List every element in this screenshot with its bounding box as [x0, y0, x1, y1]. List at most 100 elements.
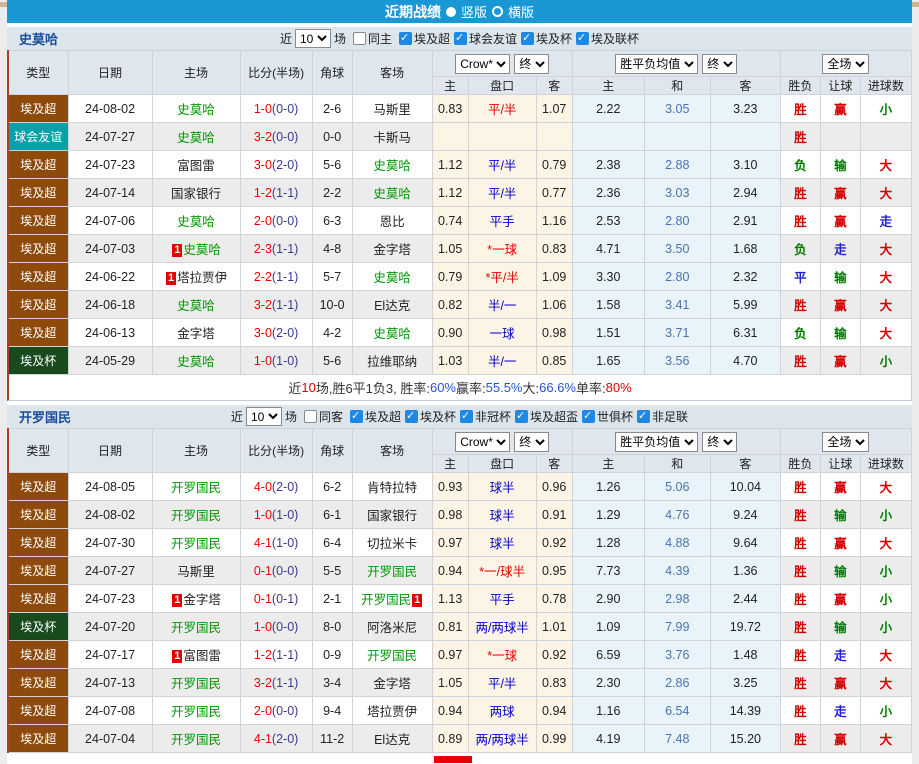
match-count-select[interactable]: 10	[245, 407, 282, 426]
cell-odds-home: 1.03	[431, 346, 469, 375]
cell-handicap: 平手	[467, 584, 537, 613]
cell-result: 负	[779, 150, 821, 179]
summary-text: 近	[288, 381, 302, 396]
avg-final-select[interactable]: 终	[702, 53, 738, 74]
cell-away-team: 卡斯马	[351, 122, 433, 151]
vertical-layout-radio[interactable]	[445, 6, 456, 17]
same-venue-filter[interactable]: 同主	[352, 30, 392, 47]
league-filter[interactable]: 埃及杯	[404, 408, 456, 425]
match-row: 埃及超 24-07-30 开罗国民 4-1(1-0) 6-4 切拉米卡 0.97 球半 0.92…	[7, 528, 913, 557]
cell-odds-away: 1.09	[535, 262, 573, 291]
league-checkbox[interactable]	[398, 31, 412, 45]
league-filter[interactable]: 世俱杯	[582, 408, 633, 425]
avg-final-select[interactable]: 终	[702, 431, 738, 452]
cell-cover: 输	[819, 150, 861, 179]
same-venue-checkbox[interactable]	[303, 410, 317, 423]
cell-home-team: 史莫哈	[151, 94, 241, 123]
odds-company-select[interactable]: Crow*	[455, 431, 511, 452]
cell-cover: 输	[819, 612, 861, 641]
league-label: 埃及超盃	[530, 410, 579, 424]
cell-avg-draw: 3.03	[643, 178, 711, 207]
avg-select[interactable]: 胜平负均值	[615, 431, 699, 452]
cell-avg-draw: 2.80	[643, 206, 711, 235]
odds-final-select[interactable]: 终	[514, 431, 550, 452]
cell-odds-home: 0.82	[431, 290, 469, 319]
cell-goals: 小	[859, 500, 913, 529]
matches-table: 类型 日期 主场 比分(半场) 角球 客场 Crow*终 胜平负均值终 全场	[7, 428, 913, 753]
match-row: 埃及超 24-06-18 史莫哈 3-2(1-1) 10-0 El达克 0.82 半/一 1.0…	[7, 290, 913, 319]
cell-result: 胜	[779, 500, 821, 529]
cell-avg-draw: 7.99	[643, 612, 711, 641]
league-filter[interactable]: 非足联	[637, 408, 688, 425]
cell-avg-win: 1.58	[571, 290, 645, 319]
cell-score: 3-2(1-1)	[239, 668, 313, 697]
league-filter[interactable]: 埃及联杯	[576, 30, 639, 47]
cell-away-team: 史莫哈	[351, 178, 433, 207]
cell-avg-lose: 1.48	[709, 640, 781, 669]
horizontal-layout-radio[interactable]	[492, 6, 503, 17]
same-venue-checkbox[interactable]	[352, 32, 366, 45]
cell-cover: 输	[819, 500, 861, 529]
cell-odds-away: 1.01	[535, 612, 573, 641]
cell-avg-draw: 3.05	[643, 94, 711, 123]
league-filter[interactable]: 埃及杯	[521, 30, 572, 47]
avg-select[interactable]: 胜平负均值	[615, 53, 699, 74]
cell-avg-win: 1.65	[571, 346, 645, 375]
cell-home-team: 1 塔拉贾伊	[151, 262, 241, 291]
odds-company-select[interactable]: Crow*	[455, 53, 511, 74]
cell-away-team: El达克	[351, 290, 433, 319]
cell-avg-draw: 6.54	[643, 696, 711, 725]
league-checkbox[interactable]	[576, 31, 590, 45]
cell-corners: 3-4	[311, 668, 353, 697]
league-checkbox[interactable]	[404, 409, 418, 423]
cell-avg-draw: 7.48	[643, 724, 711, 753]
cell-handicap: *一球	[467, 640, 537, 669]
col-goals: 进球数	[859, 454, 913, 473]
league-checkbox[interactable]	[582, 409, 596, 423]
cell-cover: 赢	[819, 584, 861, 613]
cell-odds-away: 1.07	[535, 94, 573, 123]
summary-text: 大:	[522, 381, 540, 396]
cell-home-team: 1 史莫哈	[151, 234, 241, 263]
cell-avg-lose	[709, 122, 781, 151]
cell-odds-away: 0.92	[535, 528, 573, 557]
cell-cover: 赢	[819, 94, 861, 123]
cell-league: 埃及超	[7, 94, 69, 123]
cell-cover	[819, 122, 861, 151]
cell-avg-win: 1.51	[571, 318, 645, 347]
league-filter[interactable]: 埃及超盃	[515, 408, 578, 425]
cell-cover: 赢	[819, 290, 861, 319]
cell-date: 24-08-02	[67, 94, 153, 123]
league-checkbox[interactable]	[460, 409, 473, 423]
league-checkbox[interactable]	[349, 409, 363, 423]
horizontal-layout-label[interactable]: 横版	[508, 2, 534, 21]
col-result: 胜负	[779, 454, 821, 473]
same-venue-filter[interactable]: 同客	[303, 408, 343, 425]
scope-select[interactable]: 全场	[822, 431, 870, 452]
filters: 近 10 场 同客 埃及超 埃及杯 非冠杯 埃及超盃 世俱杯 非足联	[231, 407, 688, 426]
match-row: 球会友谊 24-07-27 史莫哈 3-2(0-0) 0-0 卡斯马 胜	[7, 122, 913, 151]
league-filter[interactable]: 埃及超	[398, 30, 450, 47]
cell-cover: 走	[819, 234, 861, 263]
league-filter[interactable]: 球会友谊	[454, 30, 517, 47]
league-checkbox[interactable]	[515, 409, 529, 423]
cell-odds-away: 0.98	[535, 318, 573, 347]
same-venue-label: 同主	[367, 32, 392, 46]
cell-handicap: 平/半	[467, 668, 537, 697]
cell-avg-win: 4.71	[571, 234, 645, 263]
odds-final-select[interactable]: 终	[514, 53, 550, 74]
cell-score: 0-1(0-0)	[239, 556, 313, 585]
summary-text: 单率:	[576, 381, 606, 396]
league-filter[interactable]: 埃及超	[349, 408, 401, 425]
league-checkbox[interactable]	[454, 31, 467, 45]
near-label: 近	[230, 410, 243, 424]
scope-group-header: 全场	[779, 50, 913, 77]
match-count-select[interactable]: 10	[294, 29, 331, 48]
vertical-layout-label[interactable]: 竖版	[461, 2, 487, 21]
league-checkbox[interactable]	[637, 409, 651, 423]
cell-cover: 赢	[819, 178, 861, 207]
league-checkbox[interactable]	[521, 31, 535, 45]
cell-home-team: 开罗国民	[151, 528, 241, 557]
league-filter[interactable]: 非冠杯	[460, 408, 511, 425]
scope-select[interactable]: 全场	[822, 53, 870, 74]
